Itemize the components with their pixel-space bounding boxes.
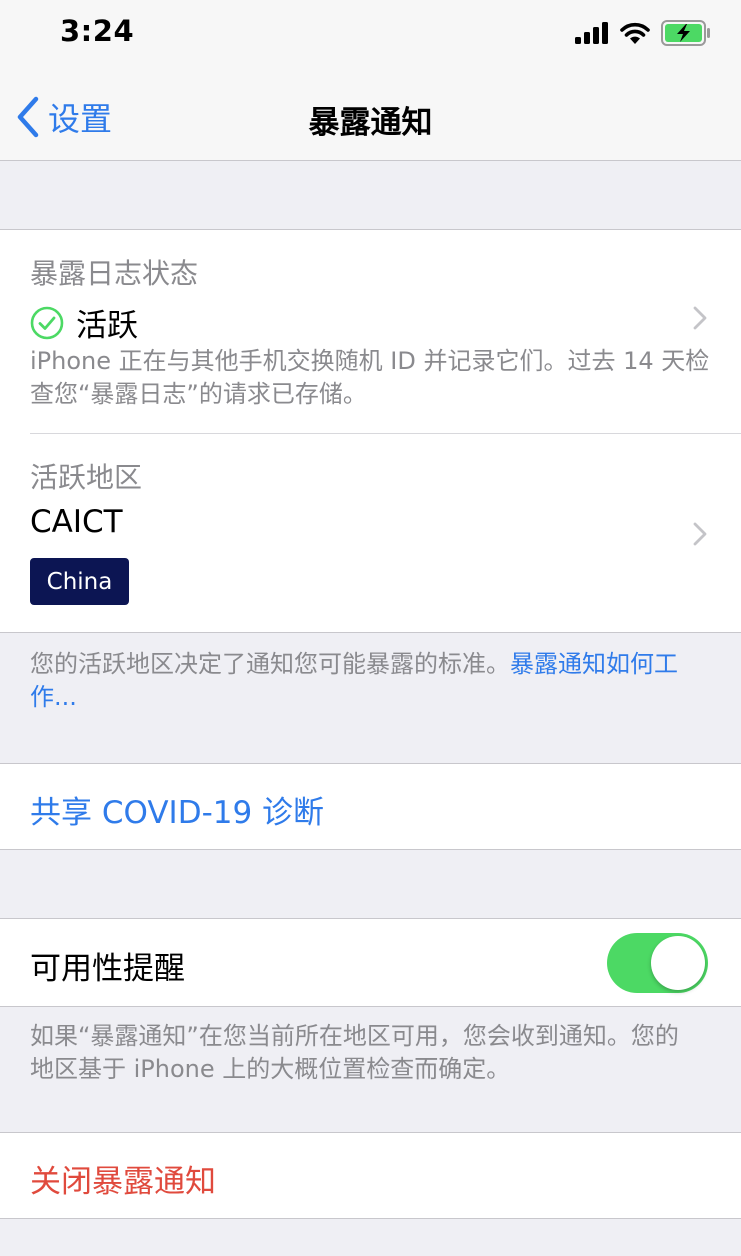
- status-bar: 3:24: [0, 0, 741, 70]
- exposure-log-status-row[interactable]: 暴露日志状态 活跃 iPhone 正在与其他手机交换随机 ID 并记录它们。过去…: [0, 230, 741, 433]
- availability-alerts-toggle[interactable]: [607, 933, 708, 993]
- status-icons: [575, 20, 711, 46]
- share-diagnosis-group: 共享 COVID-19 诊断: [0, 763, 741, 850]
- exposure-log-status-value: 活跃: [30, 300, 138, 345]
- active-region-value: CAICT: [30, 504, 123, 540]
- toggle-knob: [651, 936, 705, 990]
- exposure-log-status-text: 活跃: [76, 308, 138, 344]
- wifi-icon: [620, 22, 650, 44]
- chevron-right-icon: [693, 306, 707, 330]
- page-title: 暴露通知: [308, 105, 433, 141]
- share-diagnosis-button[interactable]: 共享 COVID-19 诊断: [30, 787, 324, 832]
- availability-footer: 如果“暴露通知”在您当前所在地区可用，您会收到通知。您的地区基于 iPhone …: [30, 1022, 679, 1083]
- region-footer-text: 您的活跃地区决定了通知您可能暴露的标准。: [30, 650, 510, 678]
- status-time: 3:24: [60, 14, 135, 48]
- turn-off-group: 关闭暴露通知: [0, 1132, 741, 1219]
- availability-alerts-group: 可用性提醒: [0, 918, 741, 1007]
- chevron-right-icon: [693, 522, 707, 546]
- cellular-signal-icon: [575, 22, 608, 44]
- status-group: 暴露日志状态 活跃 iPhone 正在与其他手机交换随机 ID 并记录它们。过去…: [0, 229, 741, 633]
- turn-off-row[interactable]: 关闭暴露通知: [0, 1133, 741, 1218]
- battery-charging-icon: [661, 20, 710, 46]
- availability-alerts-row: 可用性提醒: [0, 919, 741, 1006]
- active-region-label: 活跃地区: [30, 461, 143, 494]
- region-badge: China: [30, 558, 129, 605]
- screen: 3:24 设置 暴露通知 暴露日志状态 活跃 iPhone 正在与其他手机交换随…: [0, 0, 741, 1256]
- checkmark-circle-icon: [30, 306, 64, 339]
- exposure-log-status-label: 暴露日志状态: [30, 257, 199, 290]
- exposure-log-description: iPhone 正在与其他手机交换随机 ID 并记录它们。过去 14 天检查您“暴…: [30, 347, 710, 408]
- nav-bar: 设置 暴露通知: [0, 70, 741, 161]
- turn-off-exposure-notifications-button[interactable]: 关闭暴露通知: [30, 1156, 216, 1201]
- share-diagnosis-row[interactable]: 共享 COVID-19 诊断: [0, 764, 741, 849]
- active-region-row[interactable]: 活跃地区 CAICT China: [0, 434, 741, 634]
- region-footer: 您的活跃地区决定了通知您可能暴露的标准。暴露通知如何工作...: [30, 648, 720, 714]
- availability-alerts-label: 可用性提醒: [30, 951, 185, 987]
